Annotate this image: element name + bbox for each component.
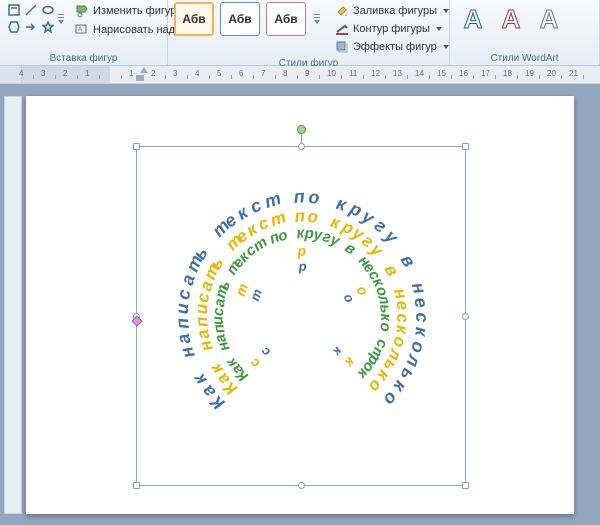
ribbon: Изменить фигуру A Нарисовать надпись Вст…	[0, 0, 600, 66]
wordart-gallery[interactable]: A A A	[456, 2, 593, 36]
edit-shape-icon	[75, 4, 89, 18]
resize-handle-ne[interactable]	[462, 143, 469, 150]
document-canvas[interactable]: Как написать текст по кругу в несколькоК…	[0, 84, 600, 525]
hex-icon	[8, 21, 20, 33]
wordart-preset-1[interactable]: A	[456, 2, 490, 36]
oval-icon	[42, 4, 54, 16]
chevron-down-icon	[436, 27, 442, 31]
shape-outline-label: Контур фигуры	[353, 23, 430, 35]
textbox-draw-icon: A	[75, 23, 89, 37]
resize-handle-sw[interactable]	[133, 482, 140, 489]
shape-effects-label: Эффекты фигур	[353, 41, 437, 53]
shape-fill-button[interactable]: Заливка фигуры	[330, 2, 454, 20]
shape-gallery-more[interactable]	[58, 2, 64, 36]
wordart-preset-2[interactable]: A	[494, 2, 528, 36]
chevron-down-icon	[443, 9, 449, 13]
wordart-preset-3[interactable]: A	[532, 2, 566, 36]
resize-handle-e[interactable]	[462, 313, 469, 320]
resize-handle-nw[interactable]	[133, 143, 140, 150]
resize-handle-se[interactable]	[462, 482, 469, 489]
group-label-wordart: Стили WordArt	[456, 51, 593, 64]
shape-outline-button[interactable]: Контур фигуры	[330, 20, 454, 38]
arrow-icon	[25, 21, 37, 33]
group-wordart-styles: A A A Стили WordArt	[450, 0, 600, 65]
shape-style-more[interactable]	[312, 2, 322, 36]
textbox-icon	[8, 4, 20, 16]
shape-style-preset-1[interactable]: Абв	[174, 2, 214, 36]
group-shape-styles: Абв Абв Абв Заливка фигуры Контур фигуры	[168, 0, 450, 65]
rotate-handle[interactable]	[297, 125, 306, 134]
outline-icon	[335, 22, 349, 36]
star-icon	[42, 21, 54, 33]
resize-handle-n[interactable]	[298, 143, 305, 150]
shape-style-preset-3[interactable]: Абв	[266, 2, 306, 36]
effects-icon	[335, 40, 349, 54]
shape-gallery[interactable]	[6, 2, 56, 39]
shape-style-preset-2[interactable]: Абв	[220, 2, 260, 36]
shape-fill-label: Заливка фигуры	[353, 5, 437, 17]
svg-text:A: A	[78, 27, 82, 33]
fill-icon	[335, 4, 349, 18]
shape-effects-button[interactable]: Эффекты фигур	[330, 38, 454, 56]
chevron-down-icon	[443, 45, 449, 49]
vertical-ruler[interactable]	[4, 96, 22, 514]
page[interactable]: Как написать текст по кругу в несколькоК…	[26, 96, 574, 514]
line-icon	[25, 4, 37, 16]
horizontal-ruler[interactable]: 4321123456789101112131415161718192021	[0, 66, 600, 84]
resize-handle-s[interactable]	[298, 482, 305, 489]
shape-style-gallery[interactable]: Абв Абв Абв	[174, 2, 322, 36]
group-label-insert-shapes: Вставка фигур	[6, 51, 161, 64]
group-insert-shapes: Изменить фигуру A Нарисовать надпись Вст…	[0, 0, 168, 65]
